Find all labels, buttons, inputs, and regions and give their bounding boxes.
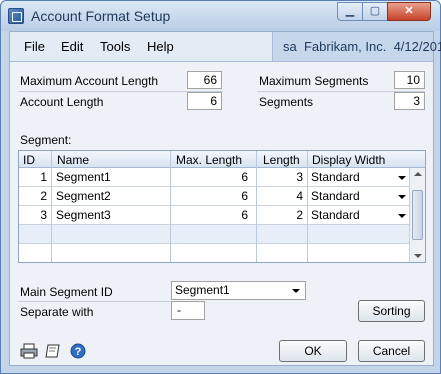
max-segments-label: Maximum Segments [259, 74, 369, 88]
column-header-max-length: Max. Length [176, 153, 243, 167]
scroll-down-icon[interactable] [414, 254, 422, 258]
scroll-thumb[interactable] [412, 190, 423, 240]
cancel-button[interactable]: Cancel [358, 340, 425, 362]
account-length-input[interactable]: 6 [187, 92, 222, 110]
column-header-display-width: Display Width [312, 153, 386, 167]
row-display-width[interactable]: Standard [311, 189, 360, 203]
minimize-button[interactable]: ▁ [337, 2, 363, 21]
row-display-width[interactable]: Standard [311, 208, 360, 222]
row-length[interactable]: 2 [257, 208, 303, 222]
chevron-down-icon[interactable] [398, 176, 406, 180]
row-max-length: 6 [241, 208, 248, 222]
row-length[interactable]: 4 [257, 189, 303, 203]
menu-tools[interactable]: Tools [100, 39, 130, 54]
segment-section-label: Segment: [20, 133, 72, 147]
user-date: 4/12/2017 [393, 39, 441, 54]
menu-bar: File Edit Tools Help sa Fabrikam, Inc. 4… [10, 32, 441, 62]
svg-text:?: ? [75, 346, 82, 358]
divider [18, 301, 171, 302]
table-row-empty[interactable] [19, 225, 409, 244]
maximize-button[interactable]: ▢ [362, 2, 388, 21]
column-divider [51, 151, 52, 262]
max-account-length-label: Maximum Account Length [20, 74, 159, 88]
row-name[interactable]: Segment3 [56, 208, 111, 222]
table-row[interactable]: 1 Segment1 6 3 Standard [19, 168, 409, 187]
row-max-length: 6 [241, 170, 248, 184]
app-window-icon [8, 8, 24, 24]
close-button[interactable]: ✕ [387, 2, 431, 21]
table-row-empty[interactable] [19, 244, 409, 262]
row-name[interactable]: Segment2 [56, 189, 111, 203]
row-id: 3 [40, 208, 47, 222]
scroll-up-icon[interactable] [414, 172, 422, 176]
ok-button[interactable]: OK [279, 340, 347, 362]
column-divider [256, 151, 257, 262]
sorting-button[interactable]: Sorting [358, 300, 425, 322]
account-length-label: Account Length [20, 95, 104, 109]
main-segment-id-select[interactable]: Segment1 [171, 281, 306, 300]
segments-input[interactable]: 3 [394, 92, 425, 110]
table-row[interactable]: 2 Segment2 6 4 Standard [19, 187, 409, 206]
main-segment-id-value: Segment1 [175, 283, 230, 297]
company-name: Fabrikam, Inc. [303, 39, 387, 54]
chevron-down-icon[interactable] [292, 289, 300, 293]
window-title: Account Format Setup [31, 8, 171, 24]
column-header-id: ID [23, 153, 35, 167]
column-divider [307, 151, 308, 262]
chevron-down-icon[interactable] [398, 214, 406, 218]
menu-edit[interactable]: Edit [61, 39, 83, 54]
chevron-down-icon[interactable] [398, 195, 406, 199]
account-format-setup-window: Account Format Setup ▁ ▢ ✕ File Edit Too… [0, 0, 441, 374]
grid-header: ID Name Max. Length Length Display Width [19, 151, 425, 168]
row-id: 1 [40, 170, 47, 184]
user-name: sa [283, 39, 297, 54]
column-header-length: Length [263, 153, 300, 167]
row-max-length: 6 [241, 189, 248, 203]
row-name[interactable]: Segment1 [56, 170, 111, 184]
row-display-width[interactable]: Standard [311, 170, 360, 184]
segment-grid: ID Name Max. Length Length Display Width… [18, 150, 426, 263]
note-icon[interactable] [44, 343, 62, 359]
max-segments-value: 10 [394, 71, 425, 89]
row-id: 2 [40, 189, 47, 203]
column-header-name: Name [57, 153, 90, 167]
main-segment-id-label: Main Segment ID [20, 285, 113, 299]
column-divider [170, 151, 171, 262]
segments-label: Segments [259, 95, 314, 109]
client-area: File Edit Tools Help sa Fabrikam, Inc. 4… [9, 31, 441, 366]
menu-file[interactable]: File [24, 39, 45, 54]
grid-scrollbar[interactable] [409, 168, 425, 262]
row-length[interactable]: 3 [257, 170, 303, 184]
separate-with-label: Separate with [20, 305, 94, 319]
max-account-length-value: 66 [187, 71, 222, 89]
printer-icon[interactable] [20, 343, 38, 359]
table-row[interactable]: 3 Segment3 6 2 Standard [19, 206, 409, 225]
title-bar: Account Format Setup ▁ ▢ ✕ [1, 1, 440, 31]
separate-with-input[interactable]: - [171, 301, 205, 320]
menu-help[interactable]: Help [147, 39, 174, 54]
help-icon[interactable]: ? [70, 343, 88, 359]
user-info: sa Fabrikam, Inc. 4/12/2017 [272, 32, 441, 61]
